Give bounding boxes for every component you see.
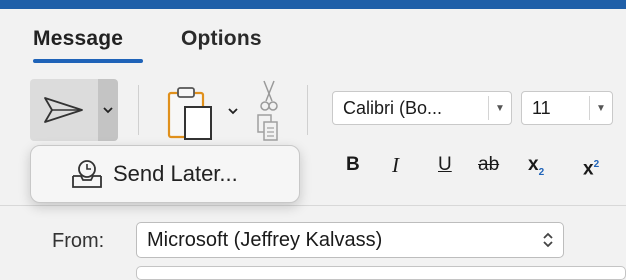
font-size-value: 11 [532,97,551,118]
tab-message[interactable]: Message [33,27,123,51]
chevron-down-icon: ▼ [495,102,505,114]
ribbon-bottom-divider [0,205,626,206]
to-field[interactable] [136,266,626,280]
up-down-chevron-icon [533,231,563,249]
copy-button[interactable] [256,113,280,143]
italic-button[interactable]: I [392,153,399,177]
superscript-base: x [583,158,594,180]
send-options-dropdown[interactable] [98,79,118,141]
strikethrough-button[interactable]: ab [478,153,499,177]
subscript-button[interactable]: x2 [528,153,544,185]
chevron-down-icon: ▼ [596,102,606,114]
font-name-value: Calibri (Bo... [343,97,443,118]
chevron-down-icon [228,108,238,115]
font-size-select[interactable]: 11 ▼ [521,91,613,125]
from-label: From: [52,230,105,252]
from-account-select[interactable]: Microsoft (Jeffrey Kalvass) [136,222,564,258]
send-icon [44,97,83,123]
chevron-down-icon [103,107,113,114]
send-later-menu-item[interactable]: Send Later... [30,145,300,203]
copy-icon [257,114,278,141]
cut-button[interactable] [258,79,280,113]
font-name-select[interactable]: Calibri (Bo... ▼ [332,91,512,125]
toolbar-divider [138,85,139,135]
scissors-icon [260,80,278,111]
bold-button[interactable]: B [346,153,360,177]
superscript-mark: 2 [593,159,600,170]
tab-options[interactable]: Options [181,27,262,51]
paste-button[interactable] [163,85,223,141]
paste-options-dropdown[interactable] [225,103,241,119]
ribbon-tabs: Message Options [0,9,626,69]
underline-button[interactable]: U [438,153,452,177]
send-later-label: Send Later... [113,161,238,186]
window-top-bar [0,0,626,9]
active-tab-indicator [33,59,143,63]
paste-icon [167,87,212,140]
clock-tray-icon [72,160,102,188]
toolbar-divider [307,85,308,135]
from-account-value: Microsoft (Jeffrey Kalvass) [147,228,383,251]
send-button[interactable] [30,79,98,141]
subscript-mark: 2 [538,166,545,178]
subscript-base: x [528,154,539,175]
superscript-button[interactable]: x2 [583,153,599,181]
